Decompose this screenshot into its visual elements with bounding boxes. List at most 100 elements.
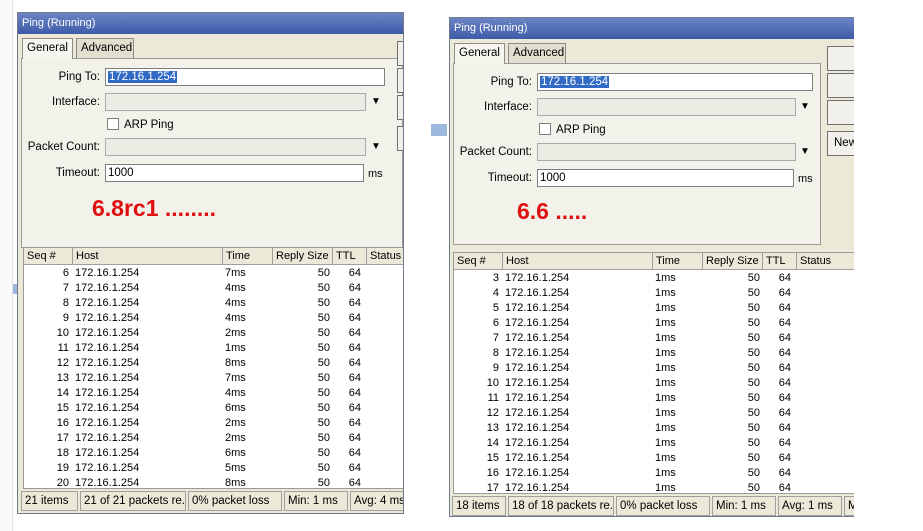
start-button[interactable] bbox=[827, 46, 854, 71]
cell-ttl: 64 bbox=[778, 377, 791, 389]
window-title[interactable]: Ping (Running) bbox=[450, 18, 854, 39]
cell-seq: 5 bbox=[492, 302, 499, 314]
status-avg: Avg: 4 ms bbox=[350, 491, 403, 511]
column-reply-size[interactable]: Reply Size bbox=[703, 253, 763, 270]
table-row[interactable]: 7 172.16.1.254 4ms 50 64 bbox=[24, 281, 403, 296]
cell-ttl: 64 bbox=[348, 357, 361, 369]
cell-host: 172.16.1.254 bbox=[505, 392, 570, 404]
cell-ttl: 64 bbox=[778, 302, 791, 314]
column-host[interactable]: Host bbox=[73, 248, 223, 265]
table-row[interactable]: 6 172.16.1.254 7ms 50 64 bbox=[24, 266, 403, 281]
table-row[interactable]: 13 172.16.1.254 1ms 50 64 bbox=[454, 421, 854, 436]
table-row[interactable]: 20 172.16.1.254 8ms 50 64 bbox=[24, 476, 403, 488]
status-loss: 0% packet loss bbox=[188, 491, 282, 511]
table-row[interactable]: 15 172.16.1.254 6ms 50 64 bbox=[24, 401, 403, 416]
chevron-down-icon[interactable]: ▼ bbox=[798, 145, 812, 159]
table-row[interactable]: 3 172.16.1.254 1ms 50 64 bbox=[454, 271, 854, 286]
chevron-down-icon[interactable]: ▼ bbox=[369, 95, 383, 109]
column-status[interactable]: Status bbox=[367, 248, 403, 265]
table-row[interactable]: 10 172.16.1.254 1ms 50 64 bbox=[454, 376, 854, 391]
tab-advanced[interactable]: Advanced bbox=[508, 43, 566, 63]
cell-seq: 8 bbox=[492, 347, 499, 359]
cell-host: 172.16.1.254 bbox=[75, 282, 140, 294]
cell-time: 1ms bbox=[655, 272, 676, 284]
cell-host: 172.16.1.254 bbox=[75, 417, 140, 429]
table-row[interactable]: 9 172.16.1.254 1ms 50 64 bbox=[454, 361, 854, 376]
table-row[interactable]: 15 172.16.1.254 1ms 50 64 bbox=[454, 451, 854, 466]
table-row[interactable]: 12 172.16.1.254 8ms 50 64 bbox=[24, 356, 403, 371]
status-extra: M bbox=[844, 496, 854, 516]
ping-to-label: Ping To: bbox=[58, 71, 100, 83]
window-title[interactable]: Ping (Running) bbox=[18, 13, 403, 34]
arp-ping-checkbox[interactable] bbox=[539, 123, 551, 135]
table-row[interactable]: 7 172.16.1.254 1ms 50 64 bbox=[454, 331, 854, 346]
version-annotation: 6.8rc1 ........ bbox=[92, 195, 217, 221]
ping-results-table[interactable]: Seq # Host Time Reply Size TTL Status 31… bbox=[453, 252, 854, 494]
tab-general[interactable]: General bbox=[22, 38, 73, 59]
interface-select[interactable] bbox=[105, 93, 366, 111]
cell-reply-size: 50 bbox=[317, 357, 330, 369]
table-row[interactable]: 16 172.16.1.254 1ms 50 64 bbox=[454, 466, 854, 481]
table-row[interactable]: 8 172.16.1.254 1ms 50 64 bbox=[454, 346, 854, 361]
cell-host: 172.16.1.254 bbox=[75, 357, 140, 369]
table-row[interactable]: 11 172.16.1.254 1ms 50 64 bbox=[454, 391, 854, 406]
table-row[interactable]: 16 172.16.1.254 2ms 50 64 bbox=[24, 416, 403, 431]
new-window-button[interactable] bbox=[397, 126, 403, 151]
table-row[interactable]: 9 172.16.1.254 4ms 50 64 bbox=[24, 311, 403, 326]
tab-advanced[interactable]: Advanced bbox=[76, 38, 134, 58]
table-header: Seq # Host Time Reply Size TTL Status bbox=[454, 253, 854, 270]
table-row[interactable]: 10 172.16.1.254 2ms 50 64 bbox=[24, 326, 403, 341]
column-host[interactable]: Host bbox=[503, 253, 653, 270]
table-row[interactable]: 14 172.16.1.254 1ms 50 64 bbox=[454, 436, 854, 451]
column-time[interactable]: Time bbox=[223, 248, 273, 265]
table-row[interactable]: 12 172.16.1.254 1ms 50 64 bbox=[454, 406, 854, 421]
ping-to-value: 172.16.1.254 bbox=[108, 71, 178, 83]
stop-button[interactable] bbox=[827, 73, 854, 98]
cell-reply-size: 50 bbox=[317, 447, 330, 459]
column-ttl[interactable]: TTL bbox=[333, 248, 367, 265]
ping-to-input[interactable]: 172.16.1.254 bbox=[105, 68, 385, 86]
close-button[interactable] bbox=[827, 100, 854, 125]
table-row[interactable]: 11 172.16.1.254 1ms 50 64 bbox=[24, 341, 403, 356]
table-row[interactable]: 18 172.16.1.254 6ms 50 64 bbox=[24, 446, 403, 461]
table-row[interactable]: 14 172.16.1.254 4ms 50 64 bbox=[24, 386, 403, 401]
table-row[interactable]: 17 172.16.1.254 1ms 50 64 bbox=[454, 481, 854, 494]
timeout-input[interactable]: 1000 bbox=[105, 164, 364, 182]
table-row[interactable]: 5 172.16.1.254 1ms 50 64 bbox=[454, 301, 854, 316]
new-window-button[interactable]: New bbox=[827, 131, 854, 156]
table-row[interactable]: 4 172.16.1.254 1ms 50 64 bbox=[454, 286, 854, 301]
start-button[interactable] bbox=[397, 41, 403, 66]
cell-ttl: 64 bbox=[348, 267, 361, 279]
interface-select[interactable] bbox=[537, 98, 796, 116]
table-row[interactable]: 19 172.16.1.254 5ms 50 64 bbox=[24, 461, 403, 476]
status-min: Min: 1 ms bbox=[712, 496, 776, 516]
chevron-down-icon[interactable]: ▼ bbox=[798, 100, 812, 114]
table-row[interactable]: 6 172.16.1.254 1ms 50 64 bbox=[454, 316, 854, 331]
cell-ttl: 64 bbox=[778, 482, 791, 494]
cell-host: 172.16.1.254 bbox=[75, 327, 140, 339]
column-seq[interactable]: Seq # bbox=[24, 248, 73, 265]
cell-time: 7ms bbox=[225, 372, 246, 384]
column-seq[interactable]: Seq # bbox=[454, 253, 503, 270]
column-ttl[interactable]: TTL bbox=[763, 253, 797, 270]
stop-button[interactable] bbox=[397, 68, 403, 93]
timeout-input[interactable]: 1000 bbox=[537, 169, 794, 187]
status-items: 21 items bbox=[21, 491, 78, 511]
table-row[interactable]: 17 172.16.1.254 2ms 50 64 bbox=[24, 431, 403, 446]
cell-time: 6ms bbox=[225, 447, 246, 459]
tab-general[interactable]: General bbox=[454, 43, 505, 64]
column-reply-size[interactable]: Reply Size bbox=[273, 248, 333, 265]
ping-to-input[interactable]: 172.16.1.254 bbox=[537, 73, 813, 91]
packet-count-select[interactable] bbox=[537, 143, 796, 161]
arp-ping-checkbox[interactable] bbox=[107, 118, 119, 130]
packet-count-select[interactable] bbox=[105, 138, 366, 156]
close-button[interactable] bbox=[397, 95, 403, 120]
chevron-down-icon[interactable]: ▼ bbox=[369, 140, 383, 154]
table-row[interactable]: 8 172.16.1.254 4ms 50 64 bbox=[24, 296, 403, 311]
column-status[interactable]: Status bbox=[797, 253, 854, 270]
table-row[interactable]: 13 172.16.1.254 7ms 50 64 bbox=[24, 371, 403, 386]
cell-ttl: 64 bbox=[348, 297, 361, 309]
column-time[interactable]: Time bbox=[653, 253, 703, 270]
ping-results-table[interactable]: Seq # Host Time Reply Size TTL Status 61… bbox=[23, 247, 403, 489]
cell-reply-size: 50 bbox=[317, 417, 330, 429]
